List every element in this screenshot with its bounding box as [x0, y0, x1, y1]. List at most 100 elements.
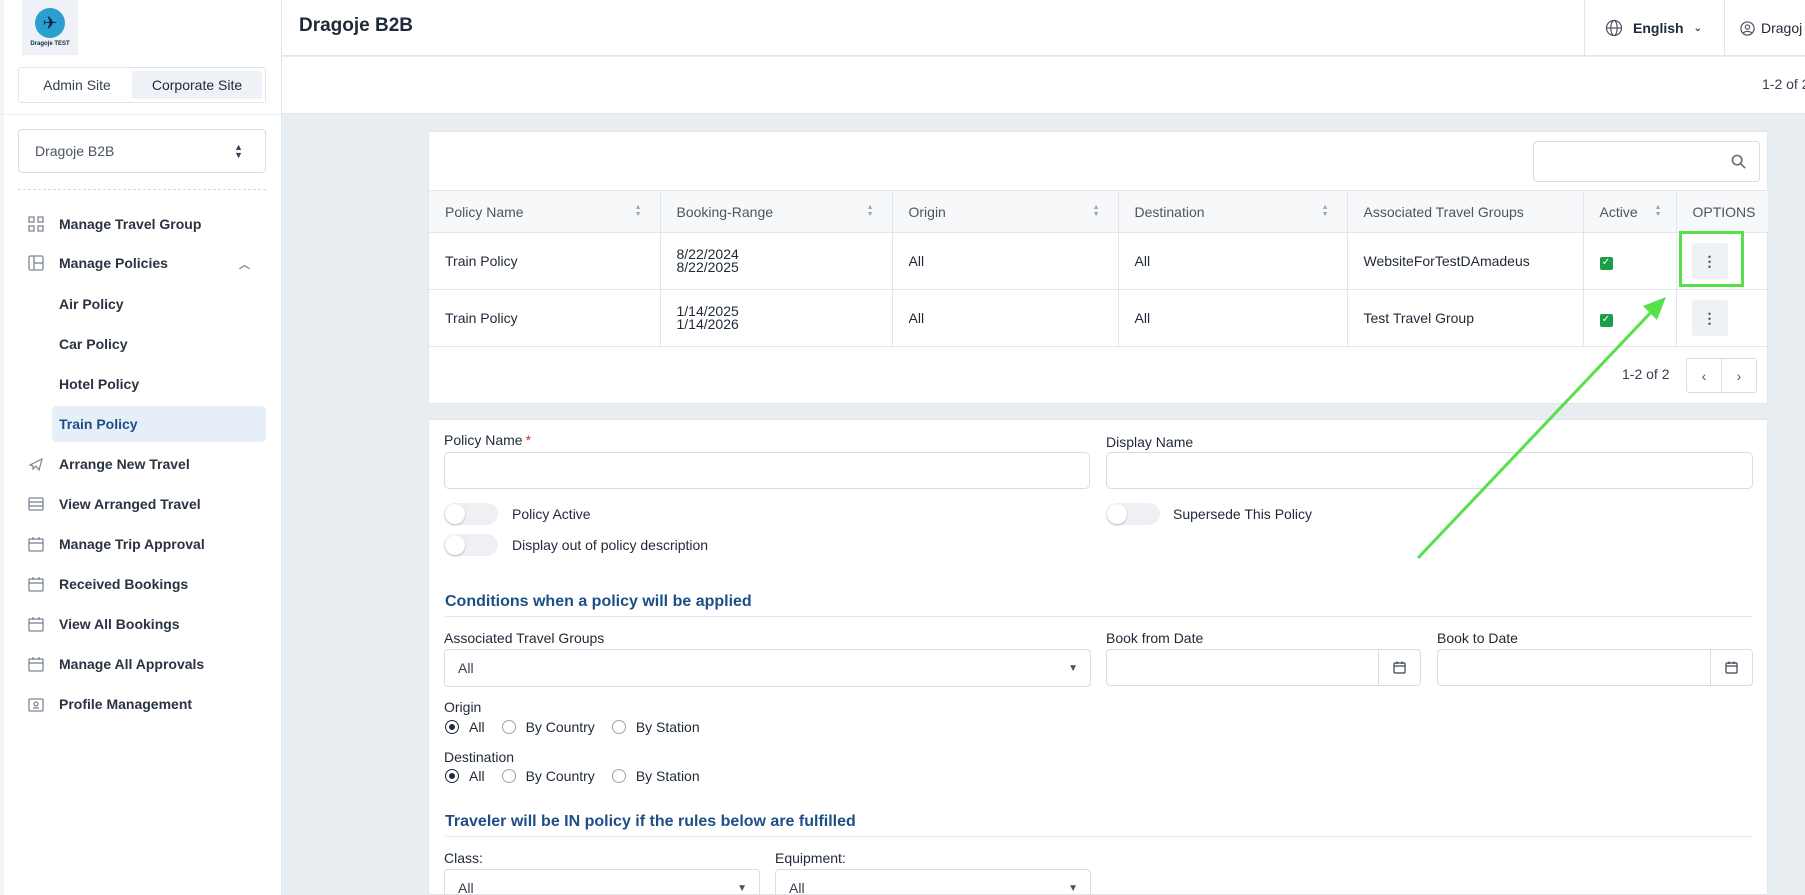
sidebar-item-received-bookings[interactable]: Received Bookings [18, 567, 266, 601]
destination-option-all[interactable]: All [445, 768, 485, 784]
display-out-of-policy-label: Display out of policy description [512, 537, 709, 553]
caret-down-icon: ▼ [737, 883, 747, 894]
cell-active: ✓ [1583, 289, 1677, 347]
sidebar-item-train-policy[interactable]: Train Policy [52, 406, 266, 442]
sidebar-item-manage-policies[interactable]: Manage Policies ︿ [18, 246, 266, 280]
sort-icon[interactable]: ▲ ▼ [867, 204, 874, 218]
sidebar-item-hotel-policy[interactable]: Hotel Policy [52, 366, 266, 402]
cell-destination: All [1118, 289, 1348, 347]
grid-icon [28, 216, 44, 232]
column-header-policy-name[interactable]: Policy Name ▲ ▼ [429, 190, 661, 233]
company-logo[interactable]: ✈ Dragoje TEST [22, 0, 78, 55]
calendar-icon[interactable] [1378, 650, 1420, 685]
associated-groups-value: All [458, 660, 474, 676]
admin-site-tab[interactable]: Admin Site [22, 71, 132, 99]
cell-origin: All [892, 232, 1119, 290]
radio-label: By Country [525, 768, 595, 784]
radio-button[interactable] [501, 769, 516, 783]
column-header-booking-range[interactable]: Booking-Range ▲ ▼ [660, 190, 893, 233]
caret-down-icon: ▼ [1068, 663, 1078, 674]
chevron-right-icon: › [1736, 367, 1742, 384]
sort-icon[interactable]: ▲ ▼ [1655, 204, 1662, 218]
display-name-label: Display Name [1106, 434, 1194, 450]
display-name-field[interactable] [1106, 452, 1753, 489]
class-select[interactable]: All ▼ [444, 869, 760, 895]
row-options-button[interactable]: ⋮ [1691, 243, 1728, 279]
user-menu[interactable]: Dragoj [1724, 0, 1805, 56]
sidebar-item-label: Received Bookings [59, 576, 189, 592]
class-value: All [458, 880, 474, 895]
sidebar-item-manage-travel-group[interactable]: Manage Travel Group [18, 207, 266, 241]
active-checkbox[interactable]: ✓ [1599, 313, 1613, 327]
search-input[interactable] [1534, 142, 1724, 181]
book-from-date-field[interactable] [1106, 649, 1421, 686]
corporate-site-tab[interactable]: Corporate Site [132, 71, 262, 99]
column-header-label: Associated Travel Groups [1363, 203, 1524, 220]
origin-option-all[interactable]: All [445, 719, 485, 735]
sort-icon[interactable]: ▲ ▼ [635, 204, 642, 218]
calendar-icon [28, 577, 44, 592]
column-header-options: OPTIONS [1676, 190, 1768, 233]
language-label: English [1633, 20, 1684, 36]
table-row[interactable]: Train Policy 1/14/2025 1/14/2026 All All … [429, 289, 1768, 347]
company-select[interactable]: Dragoje B2B ▲ ▼ [18, 129, 266, 173]
column-header-active[interactable]: Active ▲ ▼ [1583, 190, 1677, 233]
chevron-up-icon[interactable]: ︿ [239, 256, 250, 272]
search-box[interactable] [1533, 141, 1760, 182]
sort-icon[interactable]: ▲ ▼ [1322, 204, 1329, 218]
sub-header: 1-2 of 2 [282, 57, 1805, 114]
sidebar-item-label: Manage Travel Group [59, 216, 202, 232]
sort-icon[interactable]: ▲ ▼ [1093, 204, 1100, 218]
sidebar-item-profile-management[interactable]: Profile Management [18, 687, 266, 721]
chevron-down-icon: ⌄ [1693, 22, 1702, 34]
sidebar-item-view-all-bookings[interactable]: View All Bookings [18, 607, 266, 641]
radio-button[interactable] [611, 769, 626, 783]
table-row[interactable]: Train Policy 8/22/2024 8/22/2025 All All … [429, 232, 1768, 290]
sidebar-item-manage-trip-approval[interactable]: Manage Trip Approval [18, 527, 266, 561]
row-options-button[interactable]: ⋮ [1691, 300, 1728, 336]
section-divider [445, 616, 1753, 617]
conditions-section-title: Conditions when a policy will be applied [445, 593, 752, 610]
origin-option-by-station[interactable]: By Station [611, 719, 700, 735]
radio-button[interactable] [445, 720, 459, 734]
active-checkbox[interactable]: ✓ [1599, 256, 1613, 270]
search-icon[interactable] [1731, 154, 1746, 169]
language-selector[interactable]: English ⌄ [1584, 0, 1724, 56]
book-to-date-field[interactable] [1437, 649, 1753, 686]
radio-button[interactable] [611, 720, 626, 734]
cell-booking-range: 1/14/2025 1/14/2026 [660, 289, 893, 347]
associated-groups-select[interactable]: All ▼ [444, 649, 1091, 687]
policy-active-toggle[interactable] [444, 503, 498, 525]
radio-button[interactable] [501, 720, 516, 734]
supersede-toggle[interactable] [1106, 503, 1160, 525]
destination-option-by-country[interactable]: By Country [501, 768, 595, 784]
display-out-of-policy-toggle[interactable] [444, 534, 498, 556]
policy-name-label-text: Policy Name [444, 432, 523, 448]
sidebar-item-car-policy[interactable]: Car Policy [52, 326, 266, 362]
sidebar-item-view-arranged-travel[interactable]: View Arranged Travel [18, 487, 266, 521]
calendar-icon [28, 617, 44, 632]
chevron-left-icon: ‹ [1701, 367, 1707, 384]
calendar-icon[interactable] [1710, 650, 1752, 685]
book-to-date-label: Book to Date [1437, 630, 1518, 646]
required-marker: * [525, 432, 532, 448]
range-indicator: 1-2 of 2 [1762, 76, 1805, 92]
table-header-row: Policy Name ▲ ▼ Booking-Range ▲ ▼ Origin ▲ ▼ D… [429, 190, 1768, 233]
radio-button[interactable] [445, 769, 459, 783]
cell-destination: All [1118, 232, 1348, 290]
origin-option-by-country[interactable]: By Country [501, 719, 595, 735]
destination-option-by-station[interactable]: By Station [611, 768, 700, 784]
sidebar-item-label: Manage All Approvals [59, 656, 205, 672]
sidebar-item-label: Manage Trip Approval [59, 536, 205, 552]
sidebar-item-arrange-new-travel[interactable]: Arrange New Travel [18, 447, 266, 481]
prev-page-button[interactable]: ‹ [1686, 358, 1722, 393]
calendar-star-icon [28, 537, 44, 552]
sidebar-item-manage-all-approvals[interactable]: Manage All Approvals [18, 647, 266, 681]
next-page-button[interactable]: › [1721, 358, 1757, 393]
sidebar-item-air-policy[interactable]: Air Policy [52, 286, 266, 322]
column-header-destination[interactable]: Destination ▲ ▼ [1118, 190, 1348, 233]
policy-name-field[interactable] [444, 452, 1090, 489]
equipment-select[interactable]: All ▼ [775, 869, 1091, 895]
column-header-origin[interactable]: Origin ▲ ▼ [892, 190, 1119, 233]
destination-label: Destination [444, 749, 515, 765]
